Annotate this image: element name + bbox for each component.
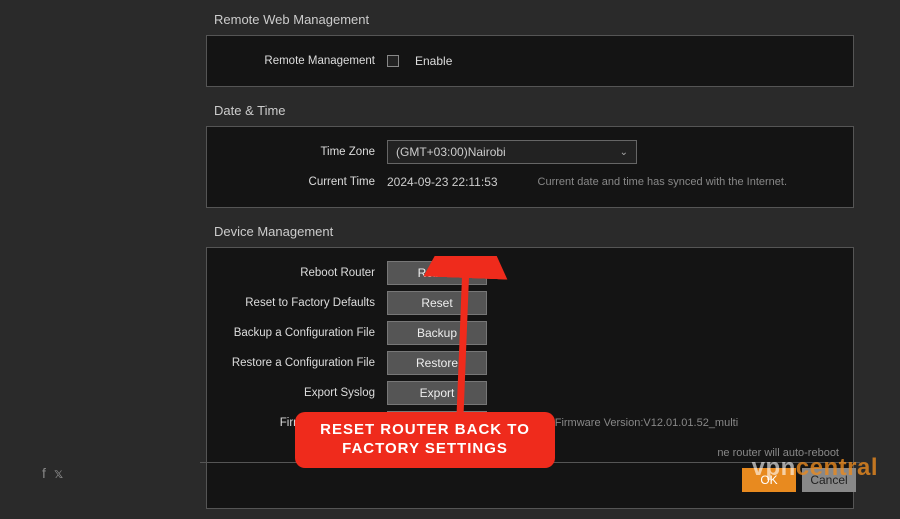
- value-current-time: 2024-09-23 22:11:53: [387, 175, 528, 189]
- row-reboot: Reboot Router Reboot: [217, 258, 843, 288]
- panel-remote: Remote Management Enable: [206, 35, 854, 87]
- checkbox-label-enable: Enable: [415, 54, 452, 68]
- annotation-callout: RESET ROUTER BACK TO FACTORY SETTINGS: [295, 412, 555, 468]
- hint-time-sync: Current date and time has synced with th…: [538, 176, 787, 188]
- chevron-down-icon: ⌄: [620, 147, 628, 158]
- label-reset: Reset to Factory Defaults: [217, 297, 387, 309]
- row-remote-management: Remote Management Enable: [217, 46, 843, 76]
- section-title-device: Device Management: [200, 218, 860, 243]
- row-current-time: Current Time 2024-09-23 22:11:53 Current…: [217, 167, 843, 197]
- row-backup: Backup a Configuration File Backup: [217, 318, 843, 348]
- twitter-icon[interactable]: 𝕩: [54, 465, 63, 482]
- label-timezone: Time Zone: [217, 146, 387, 158]
- row-restore: Restore a Configuration File Restore: [217, 348, 843, 378]
- label-restore: Restore a Configuration File: [217, 357, 387, 369]
- label-current-time: Current Time: [217, 176, 387, 188]
- checkbox-remote-enable[interactable]: [387, 55, 399, 67]
- label-backup: Backup a Configuration File: [217, 327, 387, 339]
- facebook-icon[interactable]: f: [42, 465, 46, 482]
- row-timezone: Time Zone (GMT+03:00)Nairobi ⌄: [217, 137, 843, 167]
- row-export: Export Syslog Export: [217, 378, 843, 408]
- reset-button[interactable]: Reset: [387, 291, 487, 315]
- backup-button[interactable]: Backup: [387, 321, 487, 345]
- label-export: Export Syslog: [217, 387, 387, 399]
- watermark-b: central: [796, 454, 878, 481]
- social-links: f 𝕩: [42, 465, 63, 482]
- panel-datetime: Time Zone (GMT+03:00)Nairobi ⌄ Current T…: [206, 126, 854, 208]
- watermark-a: vpn: [752, 454, 796, 481]
- reboot-button[interactable]: Reboot: [387, 261, 487, 285]
- watermark: vpncentral: [752, 454, 878, 482]
- row-reset: Reset to Factory Defaults Reset: [217, 288, 843, 318]
- section-title-remote: Remote Web Management: [200, 6, 860, 31]
- select-timezone-value: (GMT+03:00)Nairobi: [396, 145, 506, 159]
- label-remote-management: Remote Management: [217, 55, 387, 67]
- select-timezone[interactable]: (GMT+03:00)Nairobi ⌄: [387, 140, 637, 164]
- section-title-datetime: Date & Time: [200, 97, 860, 122]
- export-button[interactable]: Export: [387, 381, 487, 405]
- label-reboot: Reboot Router: [217, 267, 387, 279]
- restore-button[interactable]: Restore: [387, 351, 487, 375]
